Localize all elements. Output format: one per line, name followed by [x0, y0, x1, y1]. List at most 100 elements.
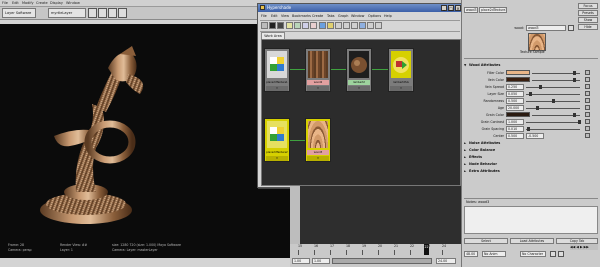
color-swatch[interactable]	[506, 77, 530, 82]
swatch-icon[interactable]	[359, 22, 366, 29]
section-noise-attributes[interactable]: ► Noise Attributes	[464, 140, 587, 146]
clear-graph-icon[interactable]	[319, 22, 326, 29]
map-texture-icon[interactable]	[585, 133, 590, 138]
section-extra-attributes[interactable]: ► Extra Attributes	[464, 168, 587, 174]
map-texture-icon[interactable]	[585, 112, 590, 117]
load-attributes-button[interactable]: Load Attributes	[510, 238, 554, 244]
map-texture-icon[interactable]	[585, 91, 590, 96]
attribute-value-field[interactable]: 0.500	[506, 133, 524, 139]
node-io-arrow-icon[interactable]: ▾	[348, 86, 370, 91]
range-end-field[interactable]: 24.00	[436, 258, 456, 264]
attribute-value-field[interactable]: 0.050	[506, 91, 524, 97]
viewport-menu-edit[interactable]: Edit	[12, 0, 19, 6]
hs-menu-options[interactable]: Options	[368, 13, 381, 20]
graph-materials-icon[interactable]	[286, 22, 293, 29]
hs-menu-view[interactable]: View	[281, 13, 289, 20]
node-place2d-texture-2[interactable]: place2dTexture2 ▾	[264, 118, 290, 162]
graph-up-icon[interactable]	[343, 22, 350, 29]
time-slider[interactable]: 15161718192021222324 22 1.00 1.00 24.00	[290, 244, 461, 267]
attribute-value-field[interactable]: 1.000	[506, 119, 524, 125]
node-io-arrow-icon[interactable]: ▾	[307, 86, 329, 91]
hs-menu-bookmarks[interactable]: Bookmarks	[292, 13, 311, 20]
anim-layer-dropdown[interactable]: No Anim Layer	[482, 251, 506, 257]
key-icon[interactable]	[550, 251, 556, 257]
input-connections-icon[interactable]	[294, 22, 301, 29]
value-slider[interactable]	[526, 129, 580, 130]
hs-menu-edit[interactable]: Edit	[271, 13, 278, 20]
hs-menu-help[interactable]: Help	[384, 13, 392, 20]
list-view-icon[interactable]	[367, 22, 374, 29]
section-node-behavior[interactable]: ► Node Behavior	[464, 161, 587, 167]
section-color-balance[interactable]: ► Color Balance	[464, 147, 587, 153]
range-start-field-2[interactable]: 1.00	[312, 258, 330, 264]
settings-icon[interactable]	[558, 251, 564, 257]
output-connections-icon[interactable]	[310, 22, 317, 29]
tab-place2d-texture[interactable]: place2dTexture1	[479, 7, 507, 13]
rearrange-graph-icon[interactable]	[327, 22, 334, 29]
range-start-field[interactable]: 1.00	[292, 258, 310, 264]
ipr-icon[interactable]	[98, 8, 107, 18]
map-texture-icon[interactable]	[585, 77, 590, 82]
color-swatch[interactable]	[506, 70, 530, 75]
map-texture-icon[interactable]	[585, 70, 590, 75]
hide-button[interactable]: Hide	[578, 24, 598, 30]
section-wood-attributes[interactable]: ▼ Wood Attributes	[464, 62, 587, 68]
render-icon[interactable]	[88, 8, 97, 18]
attribute-value-field[interactable]: 0.500	[506, 98, 524, 104]
layer-name-field[interactable]: myrtleLayer	[48, 8, 86, 18]
playback-controls[interactable]: ◀◀ ◀ ▶ ▶▶	[570, 244, 598, 250]
attribute-value-field[interactable]: 20.000	[506, 105, 524, 111]
attribute-value-field[interactable]: 0.250	[506, 84, 524, 90]
value-slider[interactable]	[526, 87, 580, 88]
map-texture-icon[interactable]	[585, 84, 590, 89]
value-slider[interactable]	[526, 108, 580, 109]
viewport-menu-display[interactable]: Display	[50, 0, 63, 6]
node-io-arrow-icon[interactable]: ▾	[266, 156, 288, 161]
slider-knob[interactable]	[527, 127, 531, 131]
remove-selected-icon[interactable]	[335, 22, 342, 29]
node-io-arrow-icon[interactable]: ▾	[266, 86, 288, 91]
slider-knob[interactable]	[552, 99, 555, 103]
value-slider[interactable]	[526, 94, 580, 95]
viewport-menu-modify[interactable]: Modify	[22, 0, 34, 6]
value-slider[interactable]	[526, 122, 580, 123]
maximize-icon[interactable]: □	[448, 5, 454, 11]
range-slider[interactable]	[332, 258, 432, 264]
hypershade-title-bar[interactable]: Hypershade _ □ ×	[258, 4, 462, 12]
node-lambert-2[interactable]: lambert2 ▾	[346, 48, 372, 92]
hs-menu-graph[interactable]: Graph	[338, 13, 348, 20]
hs-menu-create[interactable]: Create	[312, 13, 323, 20]
node-io-arrow-icon[interactable]: ▾	[307, 156, 329, 161]
hs-menu-window[interactable]: Window	[351, 13, 364, 20]
hypershade-window[interactable]: Hypershade _ □ × File Edit View Bookmark…	[257, 3, 463, 188]
hs-menu-tabs[interactable]: Tabs	[327, 13, 335, 20]
select-button[interactable]: Select	[464, 238, 508, 244]
rgb-icon[interactable]	[118, 8, 127, 18]
graph-down-icon[interactable]	[351, 22, 358, 29]
hypershade-work-area[interactable]: place2dTexture1 ▾ wood2 ▾ lambert2 ▾ lam…	[261, 39, 461, 186]
map-texture-icon[interactable]	[585, 105, 590, 110]
minimize-icon[interactable]: _	[441, 5, 447, 11]
go-to-output-icon[interactable]	[568, 25, 574, 31]
character-set-dropdown[interactable]: No Character Set	[520, 251, 546, 257]
slider-knob[interactable]	[572, 113, 576, 117]
node-place2d-texture-1[interactable]: place2dTexture1 ▾	[264, 48, 290, 92]
section-effects[interactable]: ► Effects	[464, 154, 587, 160]
node-wood-3[interactable]: wood3 ▾	[305, 118, 331, 162]
node-shading-group[interactable]: lambert2SG ▾	[388, 48, 414, 92]
input-output-icon[interactable]	[302, 22, 309, 29]
slider-knob[interactable]	[528, 92, 532, 96]
notes-textarea[interactable]	[464, 206, 598, 234]
viewport-menu-file[interactable]: File	[2, 0, 8, 6]
slider-knob[interactable]	[578, 120, 581, 124]
color-swatch[interactable]	[506, 112, 530, 117]
slider-knob[interactable]	[572, 71, 576, 75]
perspective-view[interactable]: Frame: 28 Camera: persp Render View: ## …	[0, 24, 290, 258]
slider-knob[interactable]	[539, 85, 542, 89]
slider-knob[interactable]	[536, 106, 540, 110]
attribute-value-field[interactable]: 0.010	[506, 126, 524, 132]
map-texture-icon[interactable]	[585, 119, 590, 124]
viewport-menu-window[interactable]: Window	[66, 0, 80, 6]
icon-view-icon[interactable]	[375, 22, 382, 29]
map-texture-icon[interactable]	[585, 126, 590, 131]
